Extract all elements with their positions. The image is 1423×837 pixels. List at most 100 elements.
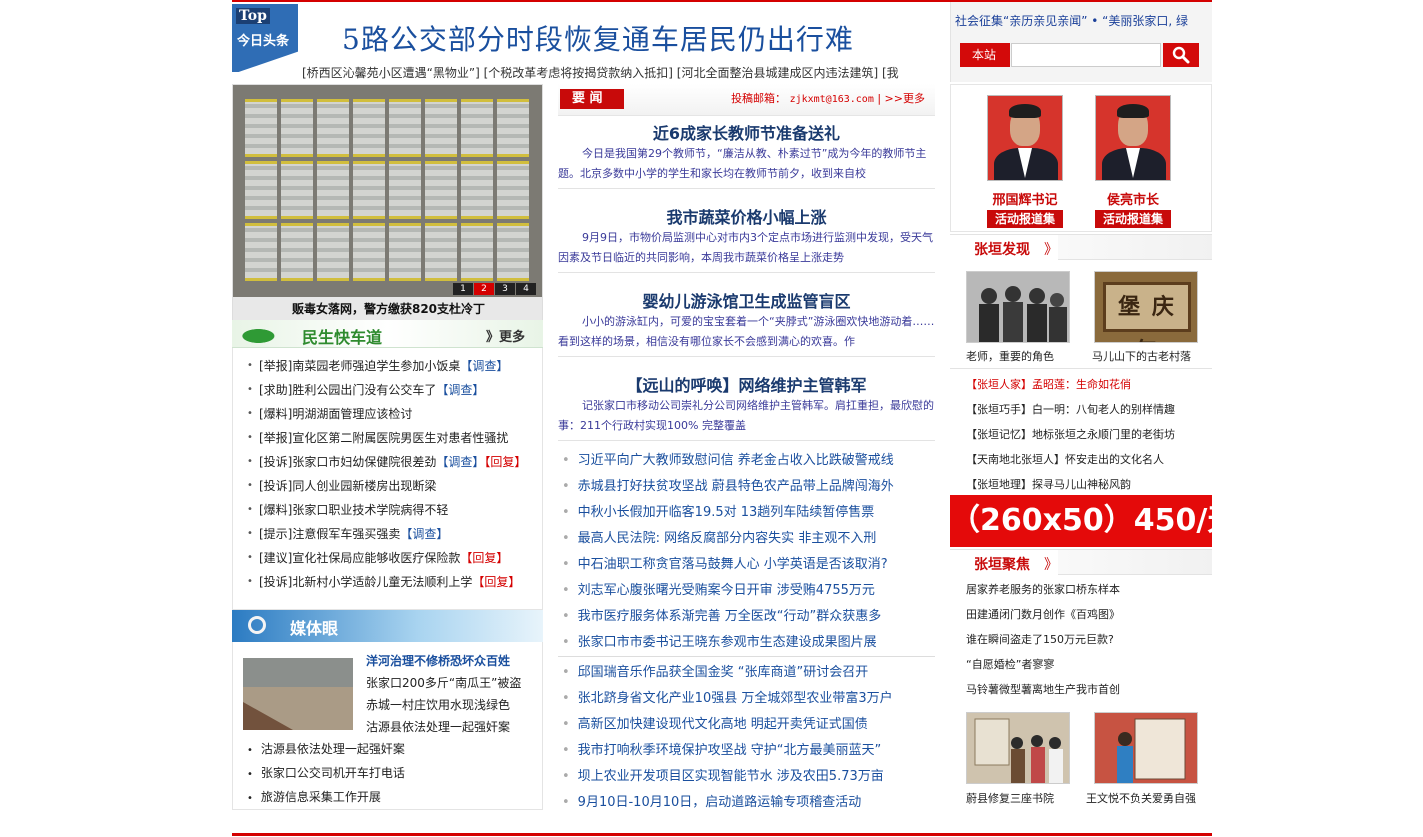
faxian-list-item[interactable]: 【张垣人家】孟昭莲：生命如花俏 <box>966 376 1131 392</box>
faxian-caption-1[interactable]: 老师，重要的角色 <box>966 348 1054 364</box>
minsheng-item-tag[interactable]: 【调查】 <box>436 455 484 469</box>
news-list-item[interactable]: 最高人民法院: 网络反腐部分内容失实 非主观不入刑 <box>558 526 935 552</box>
featured-news-summary[interactable]: 记张家口市移动公司崇礼分公司网络维护主管韩军。肩扛重担，最欣慰的事：211个行政… <box>558 396 935 436</box>
minsheng-item-tag[interactable]: 【调查】 <box>436 383 484 397</box>
jujiao-list-item[interactable]: 田建通闭门数月创作《百鸡图》 <box>966 606 1120 622</box>
news-list-item[interactable]: 邱国瑞音乐作品获全国金奖 “张库商道”研讨会召开 <box>558 660 935 686</box>
faxian-caption-2[interactable]: 马儿山下的古老村落 <box>1092 348 1191 364</box>
faxian-list-item[interactable]: 【张垣地理】探寻马儿山神秘风韵 <box>966 476 1131 492</box>
jujiao-list-item[interactable]: 谁在瞬间盗走了150万元巨款? <box>966 631 1114 647</box>
headline-ticker[interactable]: [桥西区沁馨苑小区遭遇“黑物业”] [个税改革考虑将按揭贷款纳入抵扣] [河北全… <box>302 64 942 81</box>
minsheng-item-tag[interactable]: 【回复】 <box>460 551 508 565</box>
media-eye-photo[interactable] <box>243 658 353 730</box>
news-list-item[interactable]: 习近平向广大教师致慰问信 养老金占收入比跌破警戒线 <box>558 448 935 474</box>
media-eye-side-item[interactable]: 赤城一村庄饮用水现浅绿色 <box>366 696 510 713</box>
leader-name[interactable]: 邢国辉书记 <box>987 189 1063 208</box>
minsheng-item-tag[interactable]: 【回复】 <box>472 575 520 589</box>
minsheng-item[interactable]: [投诉]张家口市妇幼保健院很差劲【调查】【回复】 <box>233 450 542 474</box>
minsheng-item-text[interactable]: [提示]注意假军车强买强卖 <box>259 527 400 541</box>
featured-news-summary[interactable]: 今日是我国第29个教师节，“廉洁从教、朴素过节”成为今年的教师节主题。北京多数中… <box>558 144 935 184</box>
minsheng-item[interactable]: [举报]宣化区第二附属医院男医生对患者性骚扰 <box>233 426 542 450</box>
jujiao-caption-2[interactable]: 王文悦不负关爱勇自强 <box>1086 790 1196 806</box>
faxian-thumb-1[interactable] <box>966 271 1070 343</box>
slideshow-page-4[interactable]: 4 <box>516 283 536 295</box>
minsheng-item[interactable]: [投诉]同人创业园新楼房出现断梁 <box>233 474 542 498</box>
faxian-list-item[interactable]: 【张垣记忆】地标张垣之永顺门里的老街坊 <box>966 426 1175 442</box>
featured-news-title[interactable]: 近6成家长教师节准备送礼 <box>558 120 935 144</box>
featured-news-title[interactable]: 【远山的呼唤】网络维护主管韩军 <box>558 372 935 396</box>
search-scope-select[interactable]: 本站 <box>960 43 1010 67</box>
minsheng-item[interactable]: [爆料]张家口职业技术学院病得不轻 <box>233 498 542 522</box>
minsheng-item-text[interactable]: [举报]宣化区第二附属医院男医生对患者性骚扰 <box>259 431 508 445</box>
minsheng-item-text[interactable]: [投诉]张家口市妇幼保健院很差劲 <box>259 455 436 469</box>
slideshow-page-1[interactable]: 1 <box>453 283 473 295</box>
slideshow-page-2[interactable]: 2 <box>474 283 494 295</box>
news-list-item[interactable]: 9月10日-10月10日，启动道路运输专项稽查活动 <box>558 790 935 816</box>
minsheng-item-tag[interactable]: 【回复】 <box>484 455 526 469</box>
news-list-item[interactable]: 高新区加快建设现代文化高地 明起开卖凭证式国债 <box>558 712 935 738</box>
minsheng-item-text[interactable]: [爆料]张家口职业技术学院病得不轻 <box>259 503 448 517</box>
yaowen-tab[interactable]: 要 闻 <box>560 89 624 109</box>
minsheng-item[interactable]: [求助]胜利公园出门没有公交车了【调查】 <box>233 378 542 402</box>
mail-link[interactable]: zjkxmt@163.com <box>790 94 874 105</box>
featured-news-summary[interactable]: 9月9日，市物价局监测中心对市内3个定点市场进行监测中发现，受天气因素及节日临近… <box>558 228 935 268</box>
leader-photo[interactable] <box>1095 95 1171 181</box>
jujiao-list-item[interactable]: 马铃薯微型薯离地生产我市首创 <box>966 681 1120 697</box>
jujiao-thumb-1[interactable] <box>966 712 1070 784</box>
minsheng-item-text[interactable]: [投诉]北新村小学适龄儿童无法顺利上学 <box>259 575 472 589</box>
faxian-list-item[interactable]: 【天南地北张垣人】怀安走出的文化名人 <box>966 451 1164 467</box>
media-eye-side-item[interactable]: 张家口200多斤“南瓜王”被盗 <box>366 674 521 691</box>
news-list-item[interactable]: 中秋小长假加开临客19.5对 13趟列车陆续暂停售票 <box>558 500 935 526</box>
slideshow-page-3[interactable]: 3 <box>495 283 515 295</box>
jujiao-list-item[interactable]: “自愿婚检”者寥寥 <box>966 656 1054 672</box>
media-eye-headline[interactable]: 洋河治理不修桥恐坏众百姓 <box>366 652 510 669</box>
faxian-thumb-2[interactable]: 堡 庆 年 <box>1094 271 1198 343</box>
faxian-list-item[interactable]: 【张垣巧手】白一明：八旬老人的别样情趣 <box>966 401 1175 417</box>
media-eye-list-item[interactable]: 旅游信息采集工作开展 <box>247 788 381 805</box>
search-input[interactable] <box>1011 43 1161 67</box>
minsheng-item-tag[interactable]: 【调查】 <box>460 359 508 373</box>
featured-news-title[interactable]: 我市蔬菜价格小幅上涨 <box>558 204 935 228</box>
media-eye-list-item[interactable]: 张家口公交司机开车打电话 <box>247 764 405 781</box>
yaowen-more-link[interactable]: | >>更多 <box>877 92 925 105</box>
news-list-item[interactable]: 赤城县打好扶贫攻坚战 蔚县特色农产品带上品牌闯海外 <box>558 474 935 500</box>
minsheng-item-text[interactable]: [建议]宣化社保局应能够收医疗保险款 <box>259 551 460 565</box>
leader-card[interactable]: 侯亮市长 活动报道集 <box>1095 95 1171 228</box>
news-list-item[interactable]: 刘志军心腹张曙光受贿案今日开审 涉受贿4755万元 <box>558 578 935 604</box>
featured-news-title[interactable]: 婴幼儿游泳馆卫生成监管盲区 <box>558 288 935 312</box>
minsheng-item[interactable]: [建议]宣化社保局应能够收医疗保险款【回复】 <box>233 546 542 570</box>
jujiao-thumb-2[interactable] <box>1094 712 1198 784</box>
media-eye-side-item[interactable]: 沽源县依法处理一起强奸案 <box>366 718 510 735</box>
search-button[interactable] <box>1163 43 1199 67</box>
news-list-item[interactable]: 中石油职工称贪官落马鼓舞人心 小学英语是否该取消? <box>558 552 935 578</box>
news-list-item[interactable]: 张家口市市委书记王晓东参观市生态建设成果图片展 <box>558 630 935 656</box>
minsheng-item[interactable]: [举报]南菜园老师强迫学生参加小饭桌【调查】 <box>233 354 542 378</box>
jujiao-list-item[interactable]: 居家养老服务的张家口桥东样本 <box>966 581 1120 597</box>
minsheng-item-text[interactable]: [求助]胜利公园出门没有公交车了 <box>259 383 436 397</box>
slideshow-caption[interactable]: 贩毒女落网，警方缴获820支杜冷丁 <box>233 297 542 320</box>
media-eye-list-item[interactable]: 沽源县依法处理一起强奸案 <box>247 740 405 757</box>
minsheng-more-link[interactable]: 》更多 <box>486 326 525 345</box>
minsheng-item[interactable]: [提示]注意假军车强买强卖【调查】 <box>233 522 542 546</box>
leader-card[interactable]: 邢国辉书记活动报道集 <box>987 95 1063 228</box>
minsheng-item-text[interactable]: [爆料]明湖湖面管理应该检讨 <box>259 407 412 421</box>
scrolling-notice[interactable]: 社会征集“亲历亲见亲闻” • “美丽张家口, 绿 <box>955 12 1205 29</box>
minsheng-item-text[interactable]: [投诉]同人创业园新楼房出现断梁 <box>259 479 436 493</box>
leader-report-tag[interactable]: 活动报道集 <box>987 210 1063 228</box>
news-list-item[interactable]: 我市医疗服务体系渐完善 万全医改“行动”群众获惠多 <box>558 604 935 630</box>
slideshow-image[interactable] <box>233 85 542 297</box>
minsheng-item-text[interactable]: [举报]南菜园老师强迫学生参加小饭桌 <box>259 359 460 373</box>
news-list-item[interactable]: 张北跻身省文化产业10强县 万全城郊型农业带富3万户 <box>558 686 935 712</box>
minsheng-item[interactable]: [爆料]明湖湖面管理应该检讨 <box>233 402 542 426</box>
featured-news-summary[interactable]: 小小的游泳缸内，可爱的宝宝套着一个“夹脖式”游泳圈欢快地游动着……看到这样的场景… <box>558 312 935 352</box>
ad-banner[interactable]: （260x50）450/天 <box>950 495 1212 547</box>
news-list-item[interactable]: 坝上农业开发项目区实现智能节水 涉及农田5.73万亩 <box>558 764 935 790</box>
minsheng-item[interactable]: [投诉]北新村小学适龄儿童无法顺利上学【回复】 <box>233 570 542 594</box>
leader-name[interactable]: 侯亮市长 <box>1095 189 1171 208</box>
minsheng-item-tag[interactable]: 【调查】 <box>400 527 448 541</box>
leader-report-tag[interactable]: 活动报道集 <box>1095 210 1171 228</box>
news-list-item[interactable]: 我市打响秋季环境保护攻坚战 守护“北方最美丽蓝天” <box>558 738 935 764</box>
photo-slideshow[interactable]: 1234 贩毒女落网，警方缴获820支杜冷丁 <box>232 84 543 321</box>
leader-photo[interactable] <box>987 95 1063 181</box>
jujiao-caption-1[interactable]: 蔚县修复三座书院 <box>966 790 1054 806</box>
